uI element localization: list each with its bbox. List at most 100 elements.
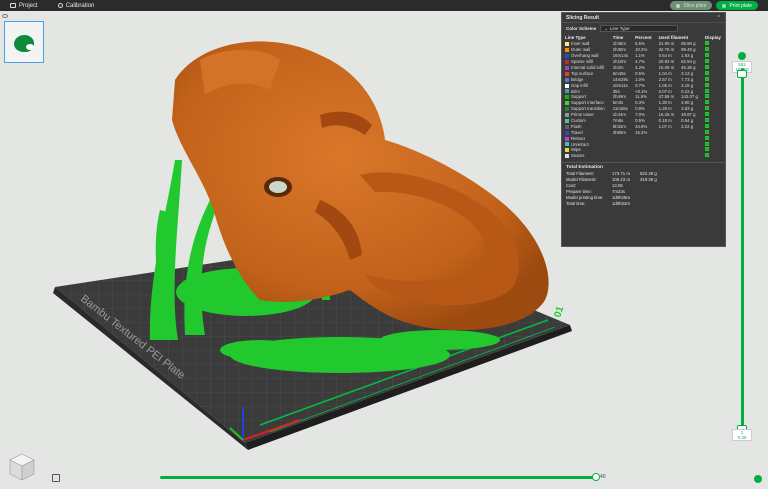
color-swatch: [565, 54, 569, 59]
color-scheme-dropdown[interactable]: ⌄ Line Type: [600, 25, 679, 32]
display-checkbox[interactable]: [704, 135, 709, 140]
tab-calibration[interactable]: Calibration: [48, 0, 105, 11]
tab-project[interactable]: Project: [0, 0, 48, 11]
color-swatch: [565, 71, 569, 76]
total-v1: 106.23 m: [612, 177, 630, 183]
display-checkbox[interactable]: [704, 147, 709, 152]
display-checkbox[interactable]: [704, 65, 709, 69]
total-v2: 522.29 g: [640, 171, 657, 177]
color-swatch: [565, 136, 569, 141]
color-scheme-label: Color Scheme: [566, 26, 597, 31]
collapse-icon[interactable]: ⌃: [717, 15, 721, 21]
line-type-label: Inner wall: [571, 41, 590, 47]
display-checkbox[interactable]: [704, 88, 709, 93]
display-checkbox[interactable]: [704, 47, 709, 52]
color-swatch: [565, 89, 569, 94]
total-k: Prepare time:: [566, 188, 592, 194]
line-type-label: Support interface: [571, 100, 604, 106]
color-swatch: [565, 65, 569, 70]
total-k: Total time:: [566, 200, 586, 206]
line-type-label: Gap infill: [571, 82, 588, 88]
slice-plate-button[interactable]: Slice plate: [670, 1, 713, 10]
display-checkbox[interactable]: [704, 129, 709, 134]
plate-thumbnail[interactable]: [4, 21, 44, 63]
display-checkbox[interactable]: [704, 123, 709, 128]
color-swatch: [565, 77, 569, 82]
color-swatch: [565, 83, 569, 88]
layer-slider-up-button[interactable]: [738, 52, 746, 60]
total-row: Total time: 1d0h32m: [562, 200, 725, 206]
color-swatch: [565, 148, 569, 153]
display-checkbox[interactable]: [704, 41, 709, 46]
print-plate-button[interactable]: Print plate: [716, 1, 758, 10]
layer-slider-track[interactable]: [741, 68, 744, 432]
view-cube-icon[interactable]: [8, 452, 36, 482]
display-checkbox[interactable]: [704, 59, 709, 64]
line-type-name: Support interface: [562, 100, 610, 106]
line-type-label: Custom: [571, 118, 586, 124]
layer-slider-top-handle[interactable]: [737, 70, 747, 78]
color-swatch: [565, 95, 569, 100]
col-used-filament: Used filament: [658, 35, 689, 40]
display-checkbox[interactable]: [704, 53, 709, 58]
bottom-layer-height: 0.30: [737, 435, 747, 440]
line-type-label: Wipe: [571, 147, 581, 153]
fit-view-icon[interactable]: [52, 474, 60, 482]
project-icon: [10, 3, 16, 8]
print-icon: [722, 3, 727, 8]
total-k: Total Filament:: [566, 171, 594, 177]
line-type-label: Prime tower: [571, 112, 594, 118]
thumbnail-highlight: [26, 44, 34, 50]
total-v1: 1d0h25m: [612, 194, 630, 200]
layer-settings-button[interactable]: [754, 475, 762, 483]
display-checkbox[interactable]: [704, 106, 709, 111]
total-v1: 1d0h32m: [612, 200, 630, 206]
display-checkbox[interactable]: [704, 70, 709, 75]
color-swatch: [565, 112, 569, 117]
cell-time: [610, 153, 632, 159]
tab-project-label: Project: [19, 2, 38, 9]
display-checkbox[interactable]: [704, 112, 709, 117]
line-type-table: Line Type Time Percent Used filament Dis…: [562, 34, 725, 159]
line-type-label: Unretract: [571, 141, 589, 147]
display-checkbox[interactable]: [704, 82, 709, 87]
color-swatch: [565, 142, 569, 147]
line-type-label: Overhang wall: [571, 53, 599, 59]
move-slider-track[interactable]: [160, 476, 595, 479]
col-display: Display: [704, 35, 721, 40]
layer-bottom-label: 1 0.30: [732, 429, 752, 441]
move-slider-value: 40: [600, 474, 606, 480]
color-swatch: [565, 42, 569, 47]
total-v1: 173.71 m: [612, 171, 630, 177]
slicing-result-panel: Slicing Result ⌃ Color Scheme ⌄ Line Typ…: [561, 12, 726, 247]
line-type-label: Sparse infill: [571, 59, 594, 65]
col-time: Time: [612, 35, 624, 40]
line-type-label: Travel: [571, 129, 583, 135]
color-swatch: [565, 107, 569, 112]
display-checkbox[interactable]: [704, 100, 709, 105]
line-type-label: Seams: [571, 153, 585, 159]
cell-len: [656, 153, 679, 159]
total-v1: 13.05: [612, 183, 623, 189]
line-type-label: Support transition: [571, 106, 605, 112]
color-swatch: [565, 48, 569, 53]
color-swatch: [565, 154, 569, 159]
col-line-type: Line Type: [565, 35, 586, 40]
line-type-label: Internal solid infill: [571, 65, 604, 70]
gear-icon: [57, 3, 63, 8]
line-type-label: Outer wall: [571, 47, 591, 53]
line-type-label: Flush: [571, 123, 582, 129]
total-estimation: Total Filament: 173.71 m 522.29 g Model Fil…: [562, 171, 725, 206]
move-slider-handle[interactable]: [592, 473, 600, 481]
color-swatch: [565, 118, 569, 123]
line-type-label: Brim: [571, 88, 580, 94]
display-checkbox[interactable]: [704, 141, 709, 146]
display-checkbox[interactable]: [704, 94, 709, 99]
display-checkbox[interactable]: [704, 153, 709, 158]
color-swatch: [565, 59, 569, 64]
line-type-label: Top surface: [571, 70, 594, 76]
visibility-icon[interactable]: [2, 14, 8, 18]
display-checkbox[interactable]: [704, 76, 709, 81]
display-checkbox[interactable]: [704, 118, 709, 123]
color-swatch: [565, 124, 569, 129]
